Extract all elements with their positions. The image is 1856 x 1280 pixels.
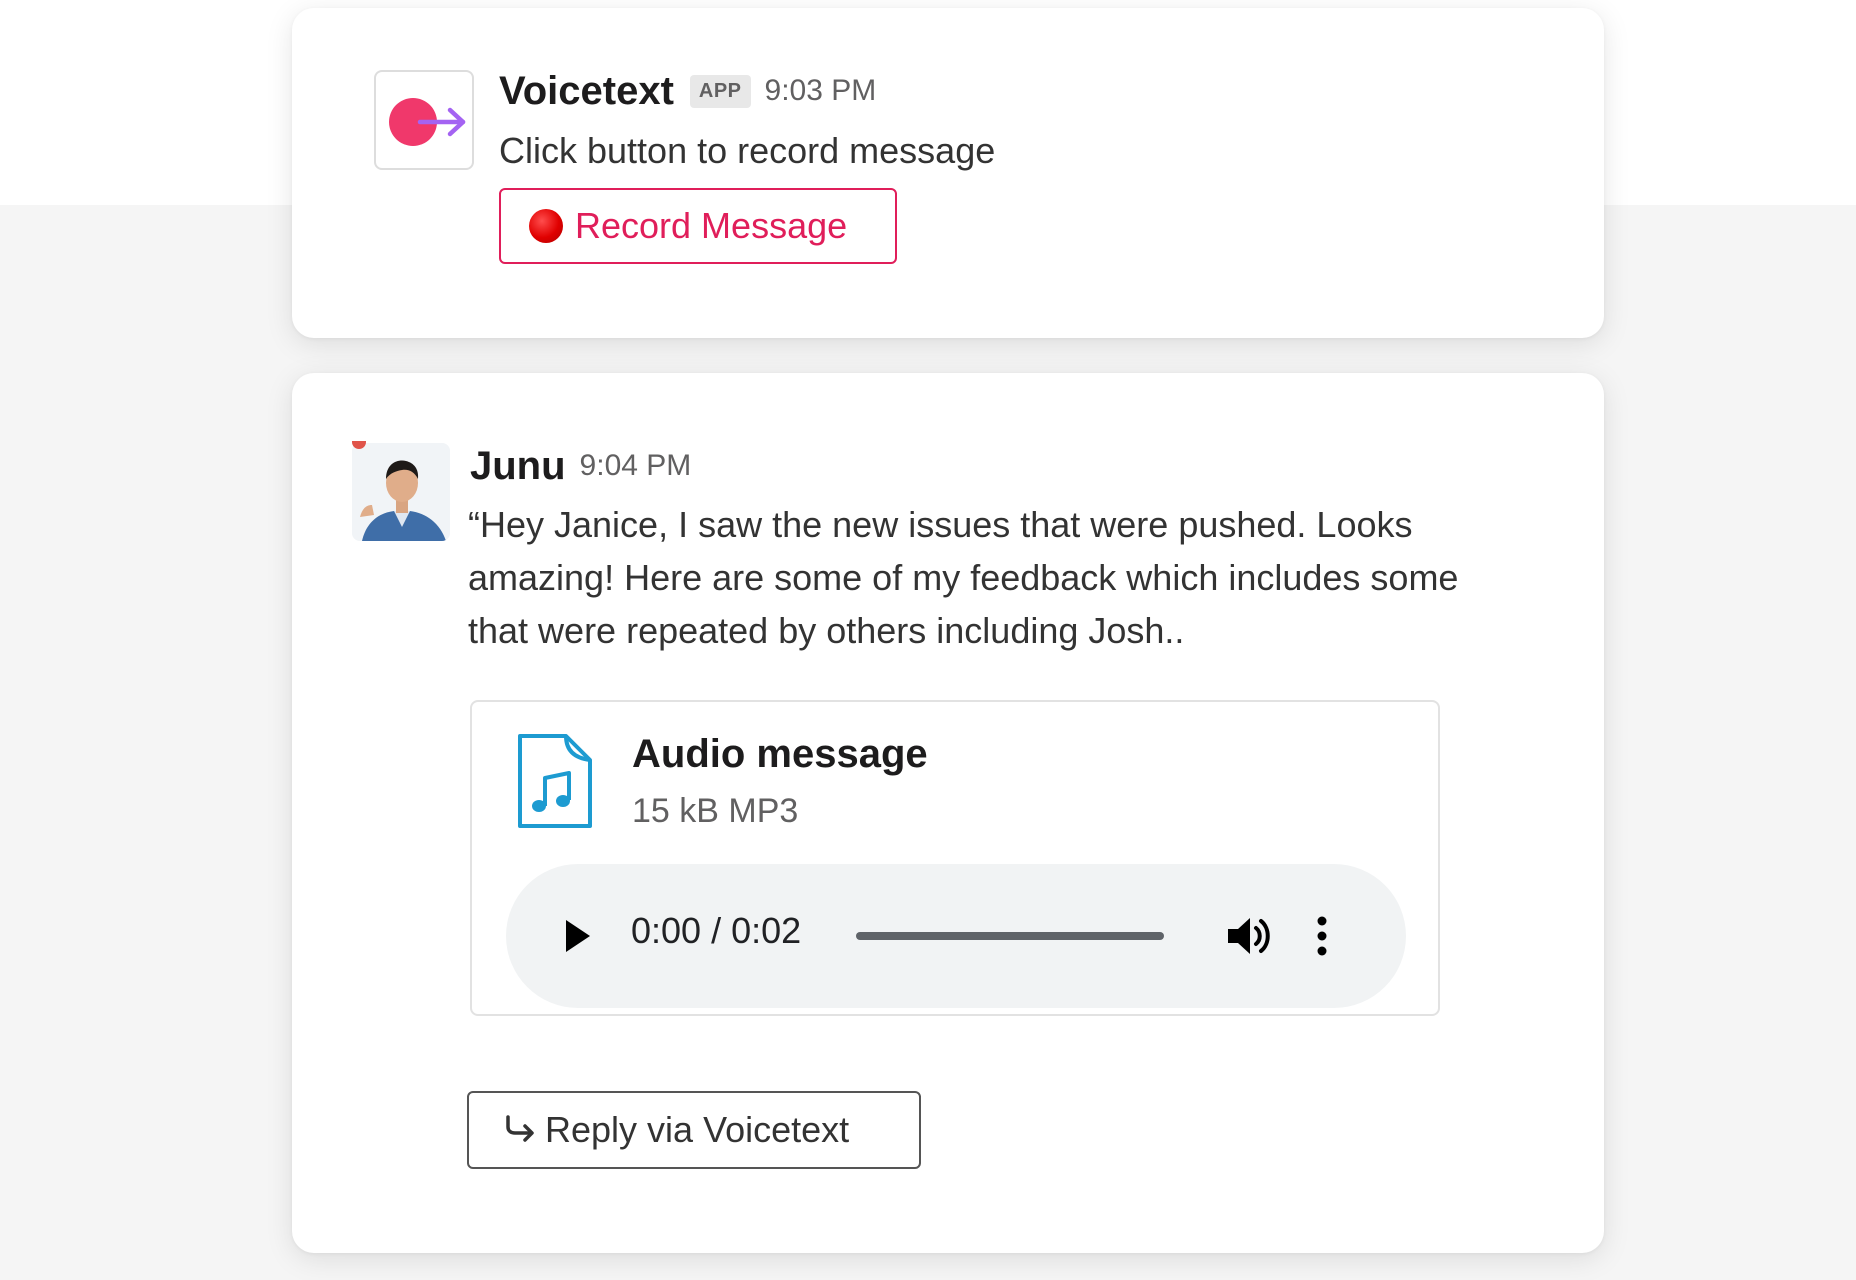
audio-progress-bar[interactable]	[856, 932, 1164, 940]
sender-name[interactable]: Junu	[470, 444, 566, 489]
message-timestamp[interactable]: 9:03 PM	[765, 74, 877, 108]
record-button-label: Record Message	[575, 205, 848, 246]
volume-icon[interactable]	[1226, 914, 1274, 963]
sender-name[interactable]: Voicetext	[499, 69, 674, 114]
reply-via-voicetext-button[interactable]: Reply via Voicetext	[467, 1091, 921, 1169]
app-badge: APP	[689, 74, 751, 108]
message-text: “Hey Janice, I saw the new issues that w…	[468, 504, 1459, 651]
play-icon[interactable]	[562, 918, 592, 959]
junu-message-card: Junu 9:04 PM “Hey Janice, I saw the new …	[292, 373, 1604, 1253]
message-timestamp[interactable]: 9:04 PM	[580, 449, 692, 483]
voicetext-message-card: Voicetext APP 9:03 PM Click button to re…	[292, 8, 1604, 338]
audio-file-icon	[514, 732, 594, 837]
record-message-button[interactable]: Record Message	[499, 188, 897, 264]
message-text: Click button to record message	[499, 130, 996, 171]
avatar[interactable]	[352, 443, 450, 541]
voicetext-app-icon	[374, 70, 474, 170]
attachment-meta: 15 kB MP3	[632, 792, 799, 830]
more-vertical-icon[interactable]	[1316, 916, 1328, 961]
reply-button-label: Reply via Voicetext	[545, 1109, 850, 1150]
audio-player[interactable]: 0:00 / 0:02	[506, 864, 1406, 1008]
audio-attachment[interactable]: Audio message 15 kB MP3 0:00 / 0:02	[470, 700, 1440, 1016]
audio-time-display: 0:00 / 0:02	[631, 910, 802, 951]
voicetext-message-header: Voicetext APP 9:03 PM	[499, 66, 876, 116]
reply-arrow-icon	[503, 1113, 537, 1148]
record-dot-icon	[529, 209, 563, 243]
junu-message-header: Junu 9:04 PM	[470, 441, 691, 491]
attachment-title[interactable]: Audio message	[632, 732, 928, 777]
